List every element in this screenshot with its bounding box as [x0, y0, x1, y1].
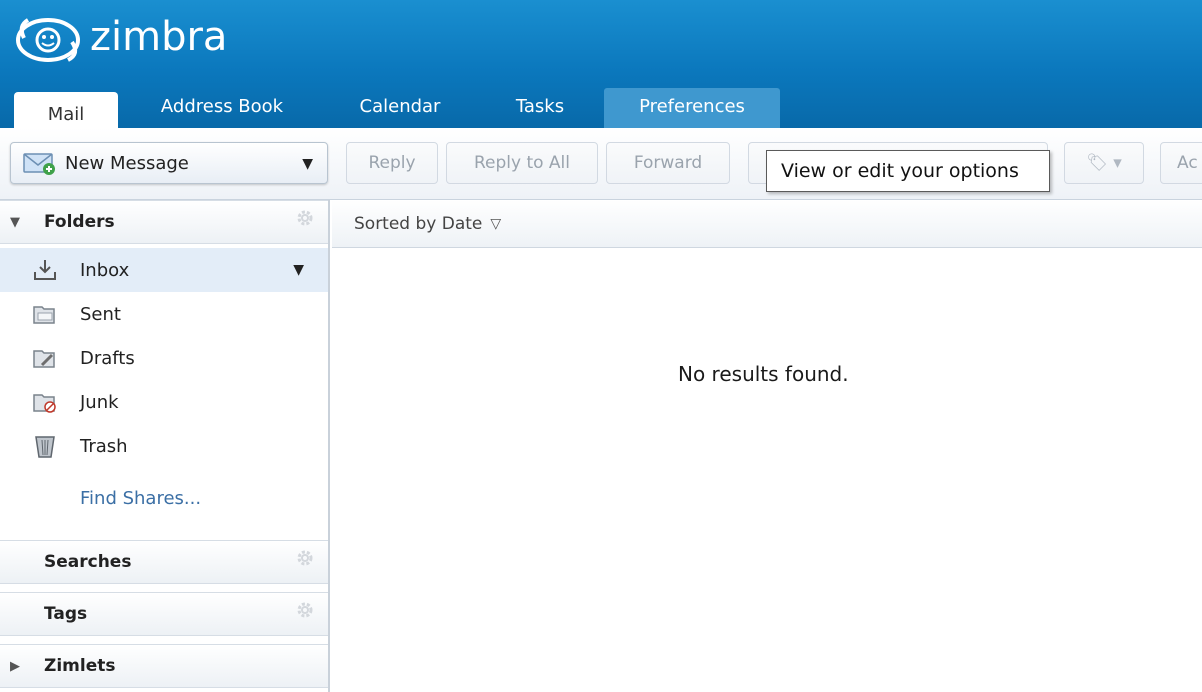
zimbra-logo[interactable]: zimbra	[10, 8, 227, 72]
searches-header[interactable]: Searches	[0, 540, 328, 584]
reply-all-button[interactable]: Reply to All	[446, 142, 598, 184]
actions-button[interactable]: Ac	[1160, 142, 1202, 184]
chevron-down-icon[interactable]: ▼	[302, 156, 313, 172]
collapse-arrow-icon[interactable]: ▼	[10, 215, 20, 230]
tooltip-text: View or edit your options	[781, 160, 1019, 182]
logo-text: zimbra	[90, 14, 228, 60]
tab-preferences-label: Preferences	[639, 96, 745, 117]
reply-button[interactable]: Reply	[346, 142, 438, 184]
folders-header[interactable]: ▼ Folders	[0, 200, 328, 244]
junk-icon	[33, 394, 56, 413]
tab-preferences[interactable]: Preferences	[604, 88, 780, 128]
new-message-button[interactable]: New Message ▼	[10, 142, 328, 184]
tab-mail-label: Mail	[47, 104, 85, 125]
sort-header[interactable]: Sorted by Date ▽	[332, 200, 1202, 248]
folder-inbox[interactable]: Inbox ▼	[0, 248, 328, 292]
tags-header-label: Tags	[44, 604, 88, 624]
tab-address-book-label: Address Book	[160, 96, 284, 117]
zimlets-header-label: Zimlets	[44, 656, 116, 676]
tag-menu-button[interactable]: 🏷 ▾	[1064, 142, 1144, 184]
sort-descending-icon[interactable]: ▽	[490, 216, 501, 232]
folder-drafts-label: Drafts	[80, 347, 135, 369]
app-header: zimbra Mail Address Book Calendar Tasks …	[0, 0, 1202, 130]
overview-pane: ▼ Folders Inbox ▼ Sent Drafts Junk Trash…	[0, 200, 330, 692]
drafts-icon	[33, 350, 55, 368]
forward-button[interactable]: Forward	[606, 142, 730, 184]
tab-calendar[interactable]: Calendar	[338, 88, 462, 128]
tag-icon: 🏷 ▾	[1086, 153, 1122, 173]
tab-tasks[interactable]: Tasks	[492, 88, 588, 128]
new-message-label: New Message	[65, 152, 189, 174]
empty-list-message: No results found.	[678, 362, 849, 386]
folder-junk[interactable]: Junk	[0, 380, 328, 424]
tab-mail[interactable]: Mail	[14, 92, 118, 130]
reply-all-label: Reply to All	[473, 153, 571, 173]
actions-label: Ac	[1177, 153, 1198, 173]
preferences-tooltip: View or edit your options	[766, 150, 1050, 192]
find-shares-link[interactable]: Find Shares...	[80, 488, 201, 509]
app-tabs: Mail Address Book Calendar Tasks Prefere…	[0, 88, 1202, 130]
tab-calendar-label: Calendar	[359, 96, 441, 117]
folders-header-label: Folders	[44, 212, 115, 232]
folder-junk-label: Junk	[80, 391, 119, 413]
sort-label: Sorted by Date	[354, 213, 483, 234]
new-message-icon	[23, 153, 55, 175]
folder-trash-label: Trash	[80, 435, 128, 457]
gear-icon[interactable]	[294, 599, 316, 621]
folder-sent-label: Sent	[80, 303, 121, 325]
searches-header-label: Searches	[44, 552, 132, 572]
forward-label: Forward	[633, 153, 703, 173]
zimbra-logo-icon	[16, 18, 80, 62]
tab-tasks-label: Tasks	[515, 96, 565, 117]
reply-label: Reply	[368, 153, 416, 173]
trash-icon	[35, 436, 55, 458]
gear-icon[interactable]	[294, 547, 316, 569]
sent-icon	[33, 306, 55, 324]
expand-arrow-icon[interactable]: ▶	[10, 659, 20, 674]
zimlets-header[interactable]: ▶ Zimlets	[0, 644, 328, 688]
folder-trash[interactable]: Trash	[0, 424, 328, 468]
inbox-icon	[34, 260, 56, 280]
tab-address-book[interactable]: Address Book	[134, 88, 310, 128]
message-list-pane: Sorted by Date ▽ No results found.	[332, 200, 1202, 692]
folder-inbox-label: Inbox	[80, 259, 130, 281]
tags-header[interactable]: Tags	[0, 592, 328, 636]
gear-icon[interactable]	[294, 207, 316, 229]
folder-drafts[interactable]: Drafts	[0, 336, 328, 380]
chevron-down-icon[interactable]: ▼	[293, 262, 304, 278]
folder-sent[interactable]: Sent	[0, 292, 328, 336]
